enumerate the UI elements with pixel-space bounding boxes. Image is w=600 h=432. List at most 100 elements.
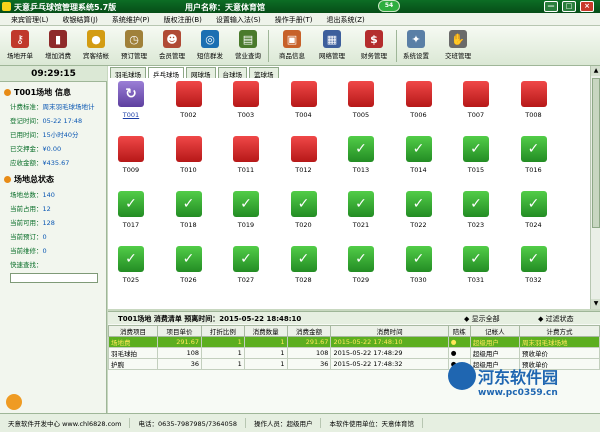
toolbar-button-4[interactable]: ☻ 会员管理 — [154, 27, 190, 65]
scroll-thumb[interactable] — [592, 78, 600, 228]
court-label: T022 — [410, 221, 427, 229]
court-tile-T026[interactable]: ✓ T026 — [172, 245, 206, 289]
court-tile-T008[interactable]: T008 — [517, 80, 551, 124]
quick-search-input[interactable] — [10, 273, 98, 283]
table-cell: 超级用户 — [469, 336, 520, 348]
menu-exit[interactable]: 退出系统(Z) — [320, 13, 372, 25]
filter-button[interactable]: ◆ 过滤状态 — [538, 314, 574, 324]
coins-icon: ● — [87, 30, 105, 48]
col-price[interactable]: 项目单价 — [157, 325, 203, 337]
scroll-up-icon[interactable]: ▲ — [591, 66, 600, 76]
menu-registration[interactable]: 版权注册(B) — [157, 13, 209, 25]
tab-basketball[interactable]: 篮球场 — [249, 67, 279, 79]
toolbar-button-1[interactable]: ▮ 增加消费 — [40, 27, 76, 65]
court-busy-icon — [405, 81, 432, 107]
menu-guest[interactable]: 来宾管理(L) — [4, 13, 55, 25]
toolbar-button-10[interactable]: ✦ 系统设置 — [398, 27, 434, 65]
notification-badge[interactable]: 54 — [378, 0, 400, 12]
court-tile-T017[interactable]: ✓ T017 — [114, 190, 148, 234]
court-free-check-icon: ✓ — [175, 191, 202, 217]
court-busy-icon — [290, 136, 317, 162]
court-tile-T011[interactable]: T011 — [229, 135, 263, 179]
court-tile-T032[interactable]: ✓ T032 — [517, 245, 551, 289]
court-tile-T001[interactable]: ↻ T001 — [114, 80, 148, 124]
court-busy-icon — [175, 81, 202, 107]
toolbar-button-6[interactable]: ▤ 营业查询 — [230, 27, 266, 65]
col-amount[interactable]: 消费金额 — [286, 325, 332, 337]
toolbar-button-0[interactable]: ⚷ 场地开单 — [2, 27, 38, 65]
table-row[interactable]: 场地费 291.67 1 1 291.67 2015-05-22 17:48:10 ● 超级用… — [107, 336, 600, 348]
tab-billiards[interactable]: 台球场 — [217, 67, 247, 79]
court-tile-T016[interactable]: ✓ T016 — [517, 135, 551, 179]
tab-tennis[interactable]: 网球场 — [186, 67, 216, 79]
court-tile-T002[interactable]: T002 — [172, 80, 206, 124]
court-tile-T006[interactable]: T006 — [402, 80, 436, 124]
toolbar-button-2[interactable]: ● 宾客结帐 — [78, 27, 114, 65]
col-qty[interactable]: 消费数量 — [243, 325, 288, 337]
court-tile-T021[interactable]: ✓ T021 — [344, 190, 378, 234]
menu-manual[interactable]: 操作手册(T) — [268, 13, 320, 25]
court-tile-T014[interactable]: ✓ T014 — [402, 135, 436, 179]
toolbar-button-3[interactable]: ◷ 预订管理 — [116, 27, 152, 65]
table-row[interactable]: 羽毛球拍 108 1 1 108 2015-05-22 17:48:29 ● 超级用户 预收单价 — [107, 347, 600, 359]
court-tile-T007[interactable]: T007 — [459, 80, 493, 124]
col-clerk[interactable]: 记帐人 — [469, 325, 520, 337]
court-tile-T003[interactable]: T003 — [229, 80, 263, 124]
venue-status-title: 场地总状态 — [4, 174, 54, 185]
table-header-row: 消费项目 项目单价 打折比例 消费数量 消费金额 消费时间 陪练 记帐人 计费方… — [107, 325, 600, 337]
tab-table-tennis[interactable]: 乒乓球场 — [148, 67, 184, 79]
col-coach[interactable]: 陪练 — [447, 325, 471, 337]
key-icon: ⚷ — [11, 30, 29, 48]
status-unit: 本软件使用单位：天意体育馆 — [321, 418, 423, 428]
menu-maintenance[interactable]: 系统维护(P) — [105, 13, 157, 25]
menu-input-method[interactable]: 设置输入法(S) — [209, 13, 268, 25]
toolbar-button-5[interactable]: ◎ 短信群发 — [192, 27, 228, 65]
toolbar-button-9[interactable]: $ 财务管理 — [356, 27, 392, 65]
court-tile-T004[interactable]: T004 — [287, 80, 321, 124]
court-tile-T020[interactable]: ✓ T020 — [287, 190, 321, 234]
court-tile-T030[interactable]: ✓ T030 — [402, 245, 436, 289]
close-button[interactable]: × — [580, 1, 594, 12]
court-tile-T015[interactable]: ✓ T015 — [459, 135, 493, 179]
table-cell: 1 — [201, 358, 245, 370]
maximize-button[interactable]: □ — [562, 1, 576, 12]
court-tile-T023[interactable]: ✓ T023 — [459, 190, 493, 234]
col-billing[interactable]: 计费方式 — [518, 325, 600, 337]
minimize-button[interactable]: — — [544, 1, 558, 12]
menu-checkout[interactable]: 收银结算(J) — [55, 13, 105, 25]
court-tile-T010[interactable]: T010 — [172, 135, 206, 179]
scroll-down-icon[interactable]: ▼ — [591, 299, 600, 309]
court-free-check-icon: ✓ — [175, 246, 202, 272]
court-tile-T019[interactable]: ✓ T019 — [229, 190, 263, 234]
toolbar-button-11[interactable]: ✋ 交班管理 — [440, 27, 476, 65]
toolbar-label: 系统设置 — [403, 52, 429, 60]
court-tile-T012[interactable]: T012 — [287, 135, 321, 179]
court-free-check-icon: ✓ — [118, 191, 144, 217]
court-tile-T022[interactable]: ✓ T022 — [402, 190, 436, 234]
court-tile-T028[interactable]: ✓ T028 — [287, 245, 321, 289]
court-tile-T013[interactable]: ✓ T013 — [344, 135, 378, 179]
court-tile-T024[interactable]: ✓ T024 — [517, 190, 551, 234]
col-time[interactable]: 消费时间 — [330, 325, 449, 337]
court-tile-T009[interactable]: T009 — [114, 135, 148, 179]
court-tile-T005[interactable]: T005 — [344, 80, 378, 124]
court-tile-T025[interactable]: ✓ T025 — [114, 245, 148, 289]
toolbar-button-7[interactable]: ▣ 商品信息 — [274, 27, 310, 65]
toolbar-button-8[interactable]: ▦ 网络管理 — [314, 27, 350, 65]
court-label: T028 — [295, 276, 312, 284]
col-discount[interactable]: 打折比例 — [201, 325, 245, 337]
status-phone: 电话：0635-7987985/7364058 — [130, 418, 246, 428]
court-tile-T027[interactable]: ✓ T027 — [229, 245, 263, 289]
court-tile-T029[interactable]: ✓ T029 — [344, 245, 378, 289]
menu-bar: 来宾管理(L) 收银结算(J) 系统维护(P) 版权注册(B) 设置输入法(S)… — [0, 13, 600, 26]
court-tile-T031[interactable]: ✓ T031 — [459, 245, 493, 289]
info-receivable: 应收金额：¥435.67 — [10, 159, 70, 167]
vertical-scrollbar[interactable]: ▲ ▼ — [590, 66, 600, 309]
court-busy-icon — [348, 81, 374, 107]
watermark-logo-icon — [448, 362, 476, 390]
show-all-button[interactable]: ◆ 显示全部 — [464, 314, 500, 324]
col-item[interactable]: 消费项目 — [107, 325, 159, 337]
court-tile-T018[interactable]: ✓ T018 — [172, 190, 206, 234]
court-label: T005 — [352, 111, 370, 119]
tab-badminton[interactable]: 羽毛球场 — [110, 67, 146, 79]
